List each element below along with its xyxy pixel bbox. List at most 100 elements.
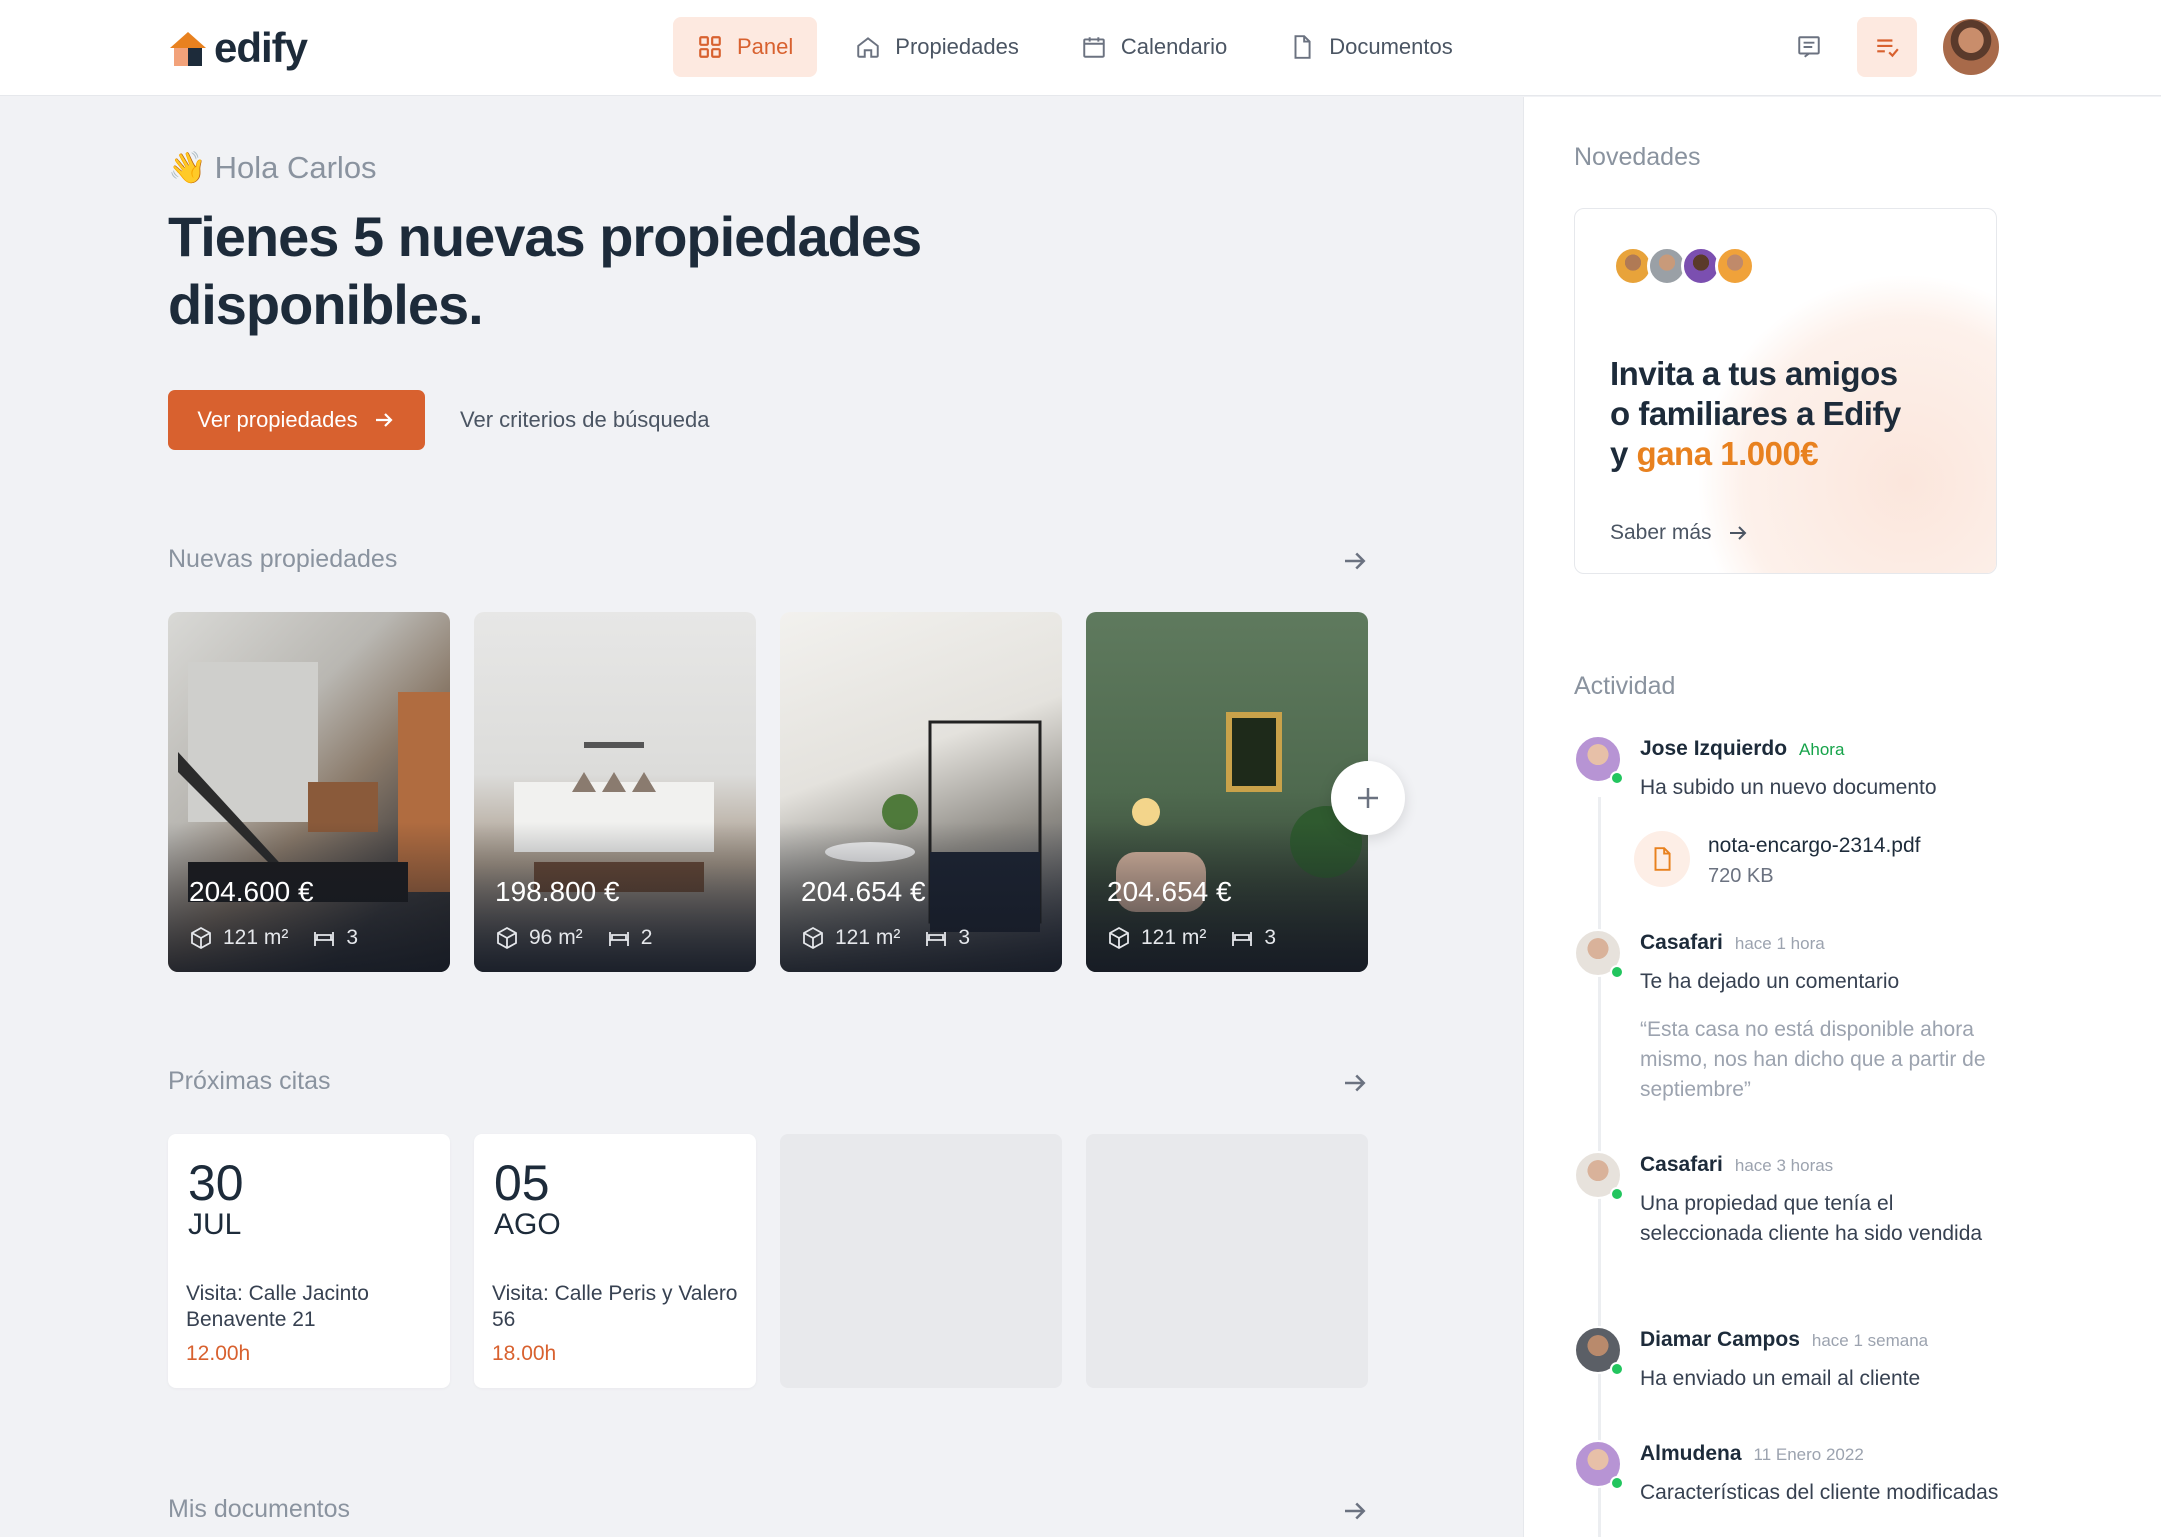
nav-documentos-label: Documentos	[1329, 34, 1453, 59]
activity-time: Ahora	[1799, 740, 1845, 759]
task-list-button[interactable]	[1857, 17, 1917, 77]
appointment-visit: Visita: Calle Peris y Valero 56	[492, 1282, 738, 1331]
attached-file[interactable]: nota-encargo-2314.pdf 720 KB	[1634, 831, 1921, 891]
friend-avatars	[1613, 246, 1755, 286]
cube-icon	[497, 926, 517, 950]
task-list-icon	[1877, 39, 1899, 58]
property-card[interactable]: 204.600 € 121 m² 3	[168, 612, 450, 972]
activity-time: hace 3 horas	[1734, 1156, 1834, 1175]
brand-name: edify	[214, 24, 308, 71]
activity-time: 11 Enero 2022	[1753, 1445, 1864, 1464]
appointment-time: 12.00h	[186, 1342, 251, 1365]
edify-logo[interactable]: edify	[168, 24, 308, 72]
property-cards: 204.600 € 121 m² 3 198.800 € 96 m² 2 204…	[168, 612, 1368, 972]
property-price: 204.654 €	[801, 876, 926, 907]
right-panel: Novedades Invita a tus amigos o familiar…	[1523, 97, 2161, 1537]
invite-line-2: o familiares a Edify	[1610, 395, 1901, 432]
nav-propiedades-label: Propiedades	[895, 34, 1019, 59]
search-criteria-link[interactable]: Ver criterios de búsqueda	[460, 407, 710, 433]
calendar-icon	[1083, 37, 1105, 58]
online-indicator	[1610, 1362, 1624, 1376]
property-price: 204.654 €	[1107, 876, 1232, 907]
nav-calendario[interactable]: Calendario	[1057, 17, 1251, 77]
header-actions	[1779, 17, 2001, 77]
property-price: 198.800 €	[495, 876, 620, 907]
property-card[interactable]: 204.654 € 121 m² 3	[780, 612, 1062, 972]
activity-time: hace 1 semana	[1811, 1331, 1929, 1350]
activity-author-name: Casafari	[1640, 931, 1723, 954]
grid-icon	[699, 36, 721, 58]
property-price: 204.600 €	[189, 876, 314, 907]
greeting-text: Hola Carlos	[214, 149, 377, 185]
appointment-day: 30	[188, 1155, 244, 1211]
activity-title: Actividad	[1574, 672, 1676, 700]
learn-more-link[interactable]: Saber más	[1610, 521, 1750, 545]
activity-author-name: Jose Izquierdo	[1640, 737, 1788, 760]
appointment-day: 05	[494, 1155, 550, 1211]
property-area: 121 m²	[835, 926, 901, 949]
bed-icon	[926, 932, 947, 946]
property-meta: 121 m² 3	[189, 926, 358, 950]
arrow-right-icon	[375, 413, 393, 427]
news-title: Novedades	[1574, 143, 1701, 171]
invite-card[interactable]: Invita a tus amigos o familiares a Edify…	[1574, 208, 1997, 574]
activity-quote: “Esta casa no está disponible ahora mism…	[1640, 1018, 1986, 1101]
cube-icon	[191, 926, 211, 950]
file-icon-wrap	[1634, 831, 1690, 887]
documents-title: Mis documentos	[168, 1495, 351, 1523]
file-name: nota-encargo-2314.pdf	[1708, 834, 1921, 857]
property-beds: 3	[346, 926, 359, 949]
invite-line-3-prefix: y	[1610, 435, 1637, 472]
property-meta: 121 m² 3	[1107, 926, 1276, 950]
arrow-right-icon	[1729, 526, 1746, 540]
appointment-time: 18.00h	[492, 1342, 557, 1365]
bed-icon	[314, 932, 335, 946]
appointment-visit: Visita: Calle Jacinto Benavente 21	[186, 1282, 369, 1331]
activity-author: Diamar Campos hace 1 semana	[1640, 1328, 1928, 1352]
main-nav: Panel Propiedades Calendario Documentos	[673, 17, 1477, 77]
file-info: nota-encargo-2314.pdf 720 KB	[1708, 831, 1921, 891]
cube-icon	[1109, 926, 1129, 950]
nav-panel[interactable]: Panel	[673, 17, 818, 77]
activity-author: Casafari hace 1 hora	[1640, 931, 1825, 955]
appointment-card[interactable]: 05 AGO Visita: Calle Peris y Valero 56 1…	[474, 1134, 756, 1388]
main-content: 👋 Hola Carlos Tienes 5 nuevas propiedade…	[0, 97, 1522, 1537]
new-properties-arrow-icon[interactable]	[1340, 546, 1370, 576]
activity-author-name: Diamar Campos	[1640, 1328, 1800, 1351]
file-size: 720 KB	[1708, 865, 1774, 887]
appointment-card[interactable]: 30 JUL Visita: Calle Jacinto Benavente 2…	[168, 1134, 450, 1388]
add-property-button[interactable]	[1331, 761, 1405, 835]
headline: Tienes 5 nuevas propiedades disponibles.	[168, 205, 922, 336]
user-avatar[interactable]	[1941, 17, 2001, 77]
nav-propiedades[interactable]: Propiedades	[831, 17, 1043, 77]
activity-author: Jose Izquierdo Ahora	[1640, 737, 1844, 761]
property-card[interactable]: 198.800 € 96 m² 2	[474, 612, 756, 972]
property-beds: 3	[1264, 926, 1277, 949]
appointments-title: Próximas citas	[168, 1067, 331, 1095]
cube-icon	[803, 926, 823, 950]
online-indicator	[1610, 1187, 1624, 1201]
activity-description: Ha enviado un email al cliente	[1640, 1367, 1921, 1390]
activity-author: Almudena 11 Enero 2022	[1640, 1442, 1864, 1466]
activity-description: Ha subido un nuevo documento	[1640, 776, 1937, 799]
documents-arrow-icon[interactable]	[1340, 1496, 1370, 1526]
nav-panel-label: Panel	[737, 34, 794, 59]
chat-button[interactable]	[1779, 17, 1839, 77]
nav-documentos[interactable]: Documentos	[1265, 17, 1477, 77]
appointments-arrow-icon[interactable]	[1340, 1068, 1370, 1098]
learn-more-label: Saber más	[1610, 521, 1712, 544]
pdf-file-icon	[1654, 847, 1671, 871]
invite-reward: gana 1.000€	[1636, 435, 1819, 472]
chat-icon	[1798, 36, 1820, 58]
property-card[interactable]: 204.654 € 121 m² 3	[1086, 612, 1368, 972]
bed-icon	[608, 932, 629, 946]
activity-description: Te ha dejado un comentario	[1640, 970, 1900, 993]
appointment-month: AGO	[494, 1208, 561, 1241]
top-header: edify Panel Propiedades Calendario Docum…	[0, 0, 2161, 96]
activity-description: Características del cliente modificadas	[1640, 1481, 1999, 1504]
empty-appointment-slot	[1086, 1134, 1368, 1388]
invite-text: Invita a tus amigos o familiares a Edify…	[1610, 354, 1970, 474]
empty-appointment-slot	[780, 1134, 1062, 1388]
activity-author: Casafari hace 3 horas	[1640, 1153, 1833, 1177]
view-properties-button[interactable]: Ver propiedades	[168, 390, 425, 450]
